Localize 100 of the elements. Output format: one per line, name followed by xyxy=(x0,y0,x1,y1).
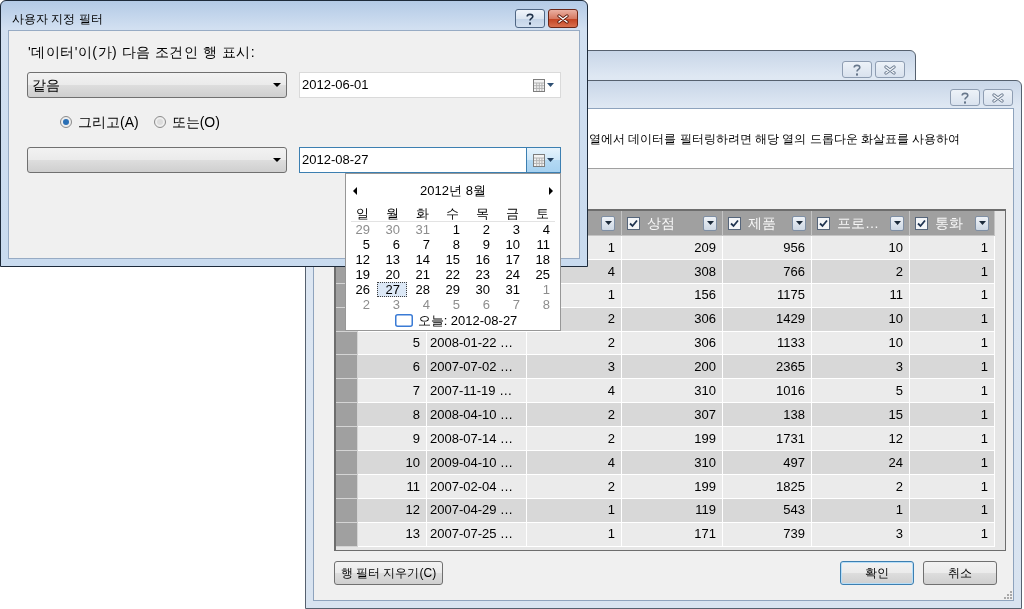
table-cell: 1 xyxy=(910,451,995,475)
table-cell: 11 xyxy=(358,474,427,499)
filter-button[interactable] xyxy=(703,215,717,231)
date-field[interactable]: 2012-06-01 xyxy=(299,72,561,98)
calendar-day[interactable]: 5 xyxy=(347,237,377,252)
calendar-day[interactable]: 24 xyxy=(497,267,527,282)
condition-dropdown[interactable]: 같음 xyxy=(27,72,287,98)
calendar-day[interactable]: 14 xyxy=(407,252,437,267)
calendar-day[interactable]: 2 xyxy=(467,222,497,237)
calendar-day[interactable]: 28 xyxy=(407,282,437,297)
calendar-day[interactable]: 15 xyxy=(437,252,467,267)
table-cell: 3 xyxy=(812,522,910,547)
weekday-label: 수 xyxy=(444,206,460,221)
weekday-label: 월 xyxy=(384,206,400,221)
calendar-day[interactable]: 19 xyxy=(347,267,377,282)
calendar-day[interactable]: 9 xyxy=(467,237,497,252)
resize-grip-icon[interactable] xyxy=(1003,590,1012,599)
table-cell: 3 xyxy=(812,355,910,380)
column-checkbox[interactable] xyxy=(627,216,640,230)
filter-button[interactable] xyxy=(975,215,989,231)
table-cell: 2007-07-25 … xyxy=(427,522,527,547)
table-cell: 956 xyxy=(723,236,812,260)
table-cell: 2 xyxy=(527,331,622,356)
table-cell: 4 xyxy=(527,379,622,404)
radio-button[interactable] xyxy=(60,116,72,128)
radio-button[interactable] xyxy=(153,116,166,128)
clear-filter-button[interactable]: 행 필터 지우기(C) xyxy=(334,561,443,585)
radio-label[interactable]: 또는(O) xyxy=(171,113,220,131)
cancel-button[interactable]: 취소 xyxy=(923,561,997,585)
calendar-day[interactable]: 6 xyxy=(377,237,407,252)
table-cell: 1175 xyxy=(723,283,812,308)
calendar-day[interactable]: 20 xyxy=(377,267,407,282)
calendar-day[interactable]: 11 xyxy=(527,237,557,252)
weekday-label: 목 xyxy=(474,206,490,221)
help-icon xyxy=(526,12,534,25)
table-cell: 739 xyxy=(723,522,812,547)
help-icon xyxy=(961,91,969,104)
column-checkbox[interactable] xyxy=(915,216,928,230)
today-label[interactable]: 오늘: 2012-08-27 xyxy=(417,310,518,331)
prompt-text: '데이터'이(가) 다음 조건인 행 표시: xyxy=(28,43,256,61)
calendar-day[interactable]: 16 xyxy=(467,252,497,267)
caret-icon xyxy=(706,221,714,225)
calendar-day[interactable]: 22 xyxy=(437,267,467,282)
calendar-day[interactable]: 10 xyxy=(497,237,527,252)
table-cell: 543 xyxy=(723,498,812,523)
filter-button[interactable] xyxy=(890,215,904,231)
radio-label[interactable]: 그리고(A) xyxy=(78,113,139,131)
table-cell: 1133 xyxy=(723,331,812,356)
calendar-dropdown-button[interactable] xyxy=(526,148,560,172)
column-label: 상점 xyxy=(647,213,675,233)
calendar-day[interactable]: 25 xyxy=(527,267,557,282)
table-cell: 7 xyxy=(358,379,427,404)
filter-button[interactable] xyxy=(601,215,615,231)
table-cell: 5 xyxy=(812,379,910,404)
column-checkbox[interactable] xyxy=(817,216,830,230)
table-cell: 199 xyxy=(622,427,723,451)
table-cell: 1 xyxy=(910,379,995,404)
calendar-day[interactable]: 4 xyxy=(527,222,557,237)
calendar-day[interactable]: 13 xyxy=(377,252,407,267)
calendar-day[interactable]: 23 xyxy=(467,267,497,282)
help-button[interactable] xyxy=(842,61,872,78)
calendar-day[interactable]: 17 xyxy=(497,252,527,267)
table-cell: 1 xyxy=(812,498,910,523)
ok-button[interactable]: 확인 xyxy=(840,561,914,585)
calendar-day[interactable]: 30 xyxy=(377,222,407,237)
calendar-day[interactable]: 21 xyxy=(407,267,437,282)
date-field[interactable]: 2012-08-27 xyxy=(299,147,561,173)
calendar-day[interactable]: 31 xyxy=(497,282,527,297)
condition-dropdown[interactable] xyxy=(27,147,287,173)
next-month-icon[interactable] xyxy=(549,186,553,195)
calendar-day[interactable]: 26 xyxy=(347,282,377,297)
table-cell: 9 xyxy=(358,427,427,451)
table-cell: 13 xyxy=(358,522,427,547)
table-cell: 10 xyxy=(812,236,910,260)
help-button[interactable] xyxy=(950,89,980,106)
calendar-day[interactable]: 1 xyxy=(437,222,467,237)
calendar-day[interactable]: 8 xyxy=(437,237,467,252)
column-label: 제품 xyxy=(748,213,776,233)
calendar-day[interactable]: 27 xyxy=(377,282,407,297)
month-title[interactable]: 2012년 8월 xyxy=(420,180,486,201)
table-cell: 1 xyxy=(527,498,622,523)
table-cell: 1 xyxy=(910,498,995,523)
calendar-day[interactable]: 29 xyxy=(347,222,377,237)
instruction-text: 열에서 데이터를 필터링하려면 해당 열의 드롭다운 화살표를 사용하여 xyxy=(589,130,961,148)
table-cell: 2009-04-10 … xyxy=(427,451,527,475)
caret-icon xyxy=(547,83,554,87)
calendar-day[interactable]: 7 xyxy=(407,237,437,252)
filter-button[interactable] xyxy=(792,215,806,231)
previous-month-icon[interactable] xyxy=(353,186,357,195)
calendar-day[interactable]: 30 xyxy=(467,282,497,297)
table-cell: 1 xyxy=(910,403,995,428)
calendar-day[interactable]: 29 xyxy=(437,282,467,297)
table-cell: 2 xyxy=(527,403,622,428)
calendar-day[interactable]: 12 xyxy=(347,252,377,267)
help-button[interactable] xyxy=(515,9,545,28)
calendar-day[interactable]: 3 xyxy=(497,222,527,237)
column-checkbox[interactable] xyxy=(728,216,741,230)
table-cell: 1 xyxy=(910,474,995,499)
close-button[interactable] xyxy=(548,9,578,28)
calendar-dropdown-button[interactable] xyxy=(533,78,554,92)
